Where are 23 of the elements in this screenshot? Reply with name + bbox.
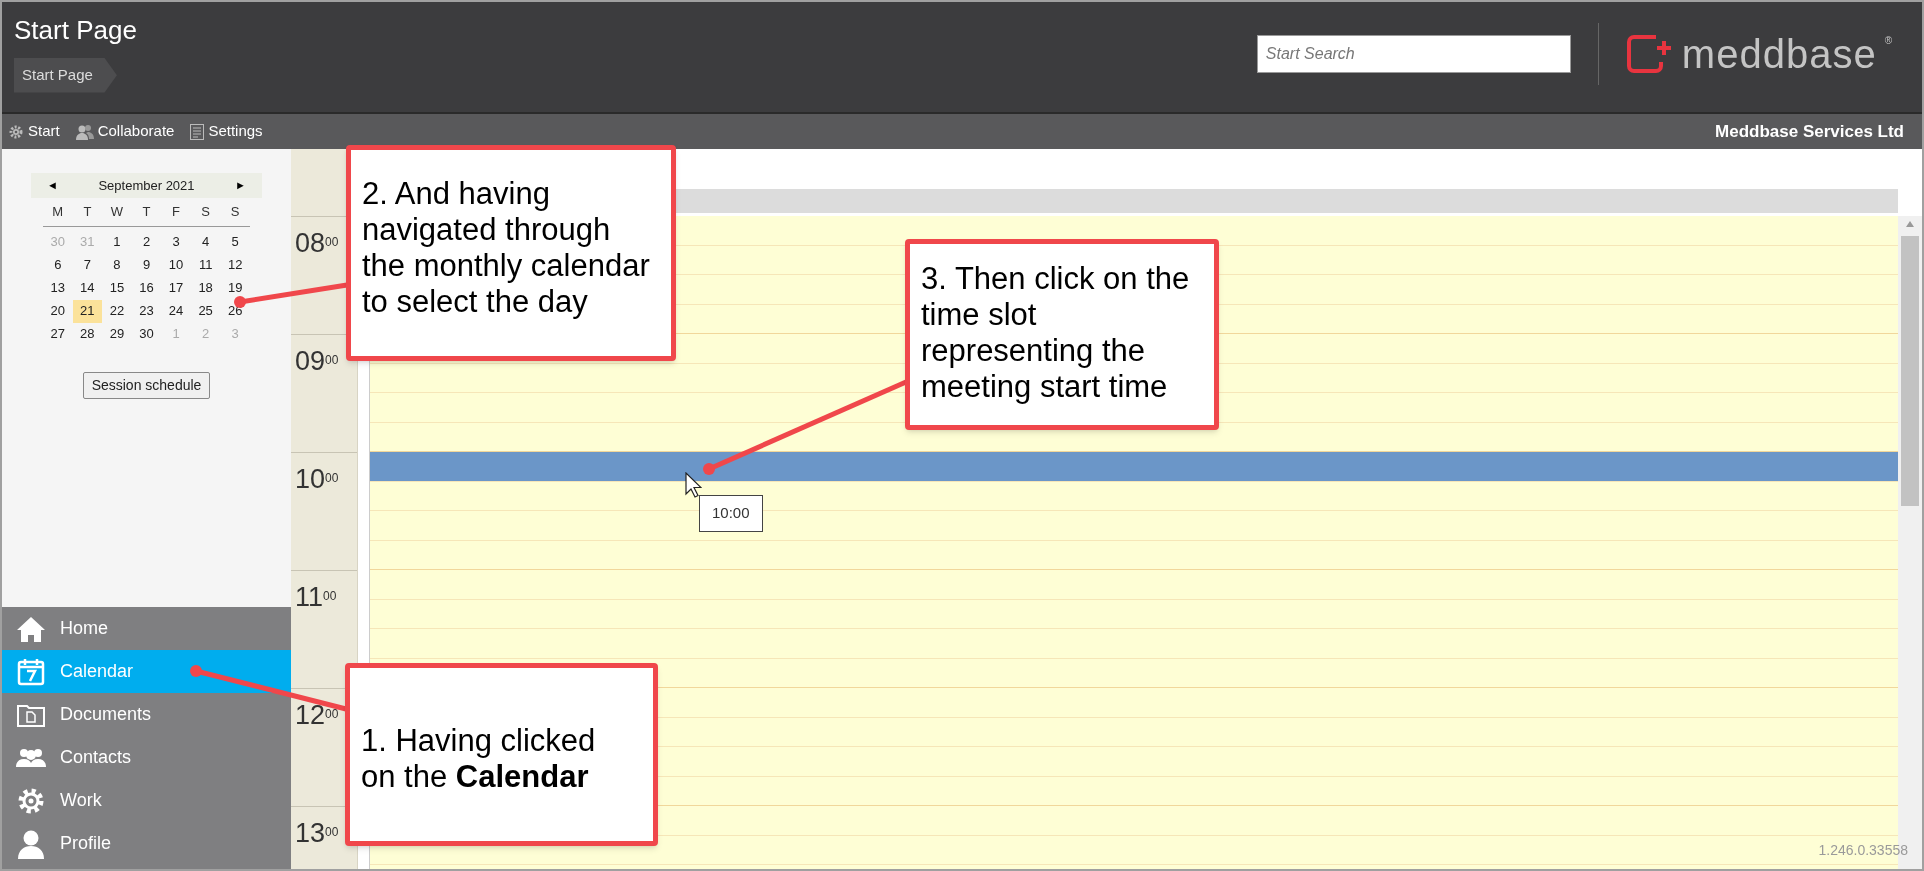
weekday-label: S bbox=[200, 203, 211, 221]
month-title: September 2021 bbox=[98, 176, 195, 195]
hour-label: 10$^{00}$ bbox=[295, 464, 339, 494]
weekday-label: F bbox=[171, 203, 182, 221]
hour-label: 08$^{00}$ bbox=[295, 228, 339, 258]
weekday-label: W bbox=[109, 203, 125, 221]
company-name: Meddbase Services Ltd bbox=[1715, 120, 1905, 143]
weekday-label: S bbox=[229, 203, 241, 221]
version-text: 1.246.0.33558 bbox=[1818, 841, 1908, 860]
weekday-label: T bbox=[141, 203, 152, 221]
hour-label: 09$^{00}$ bbox=[295, 346, 339, 376]
hour-label: 11$^{00}$ bbox=[295, 582, 337, 612]
weekday-label: T bbox=[82, 203, 93, 221]
callout-tooltip: 3. Then click on the time slot representing the meeting start time bbox=[905, 239, 1219, 430]
weekday-label: M bbox=[51, 203, 65, 221]
registered-mark: ® bbox=[1884, 34, 1892, 48]
callout-tooltip: 1. Having clicked on the Calendar bbox=[345, 663, 658, 846]
logo-text: meddbase bbox=[1681, 34, 1877, 74]
hour-label: 12$^{00}$ bbox=[295, 700, 339, 730]
page-title: Start Page bbox=[14, 14, 137, 46]
callout-tooltip: 2. And having navigated through the monthly calendar to select the day bbox=[346, 145, 676, 361]
time-tooltip: 10:00 bbox=[699, 495, 763, 532]
hour-label: 13$^{00}$ bbox=[295, 818, 339, 848]
